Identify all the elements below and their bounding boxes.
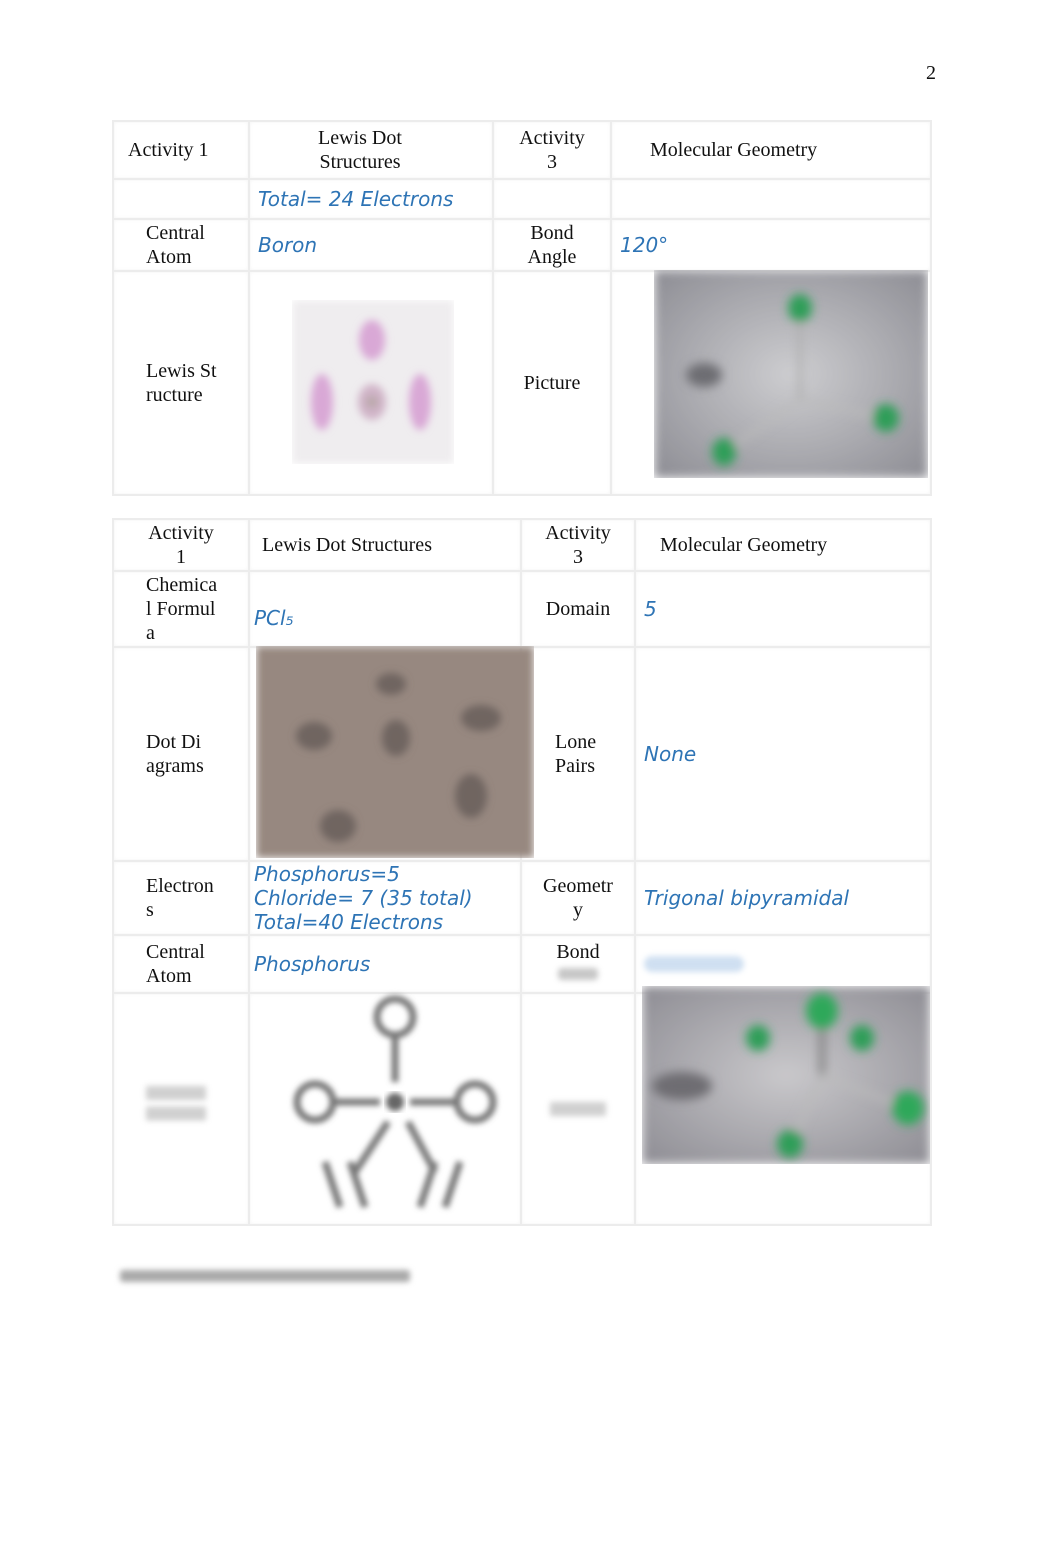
table-row: Electrons Phosphorus=5 Chloride= 7 (35 t…	[112, 860, 932, 936]
electrons-line-phosphorus: Phosphorus=5	[254, 862, 400, 886]
domain-value: 5	[634, 570, 932, 648]
lone-pairs-value: None	[634, 646, 932, 862]
central-atom-label-text: Central Atom	[146, 941, 205, 987]
header-activity3: Activity 3	[520, 518, 636, 572]
electrons-line-total: Total=40 Electrons	[254, 910, 444, 934]
redacted-text	[550, 1102, 606, 1116]
header-activity1-text: Activity 1	[148, 522, 214, 568]
central-atom-label: Central Atom	[112, 218, 250, 272]
chemical-formula-label: Chemical Formula	[112, 570, 250, 648]
bond-angle-value-redacted	[634, 934, 932, 994]
bond-angle-label-text: Bond Angle	[527, 222, 577, 268]
bf3-model-photo	[654, 270, 928, 478]
geometry-label-text: Geometry	[543, 875, 613, 921]
header-activity3-text: Activity 3	[519, 127, 585, 173]
header-activity3: Activity 3	[492, 120, 612, 180]
chemical-formula-value: PCl₅	[248, 570, 522, 648]
electrons-values: Phosphorus=5 Chloride= 7 (35 total) Tota…	[248, 860, 522, 936]
dot-diagrams-label: Dot Diagrams	[112, 646, 250, 862]
header-activity1: Activity 1	[112, 120, 250, 180]
electrons-label: Electrons	[112, 860, 250, 936]
lewis-structure-label-redacted	[112, 992, 250, 1226]
pcl5-model-photo	[642, 986, 930, 1164]
picture-label: Picture	[492, 270, 612, 496]
bond-angle-label-text: Bond	[556, 941, 600, 963]
header-geometry: Molecular Geometry	[634, 518, 932, 572]
dot-diagrams-photo	[256, 646, 534, 858]
lone-pairs-label-text: Lone Pairs	[555, 731, 597, 777]
central-atom-value: Boron	[248, 218, 494, 272]
header-lewis: Lewis Dot Structures	[248, 518, 522, 572]
bf3-lewis-structure-image	[292, 300, 454, 464]
chemical-formula-label-text: Chemical Formula	[146, 574, 218, 644]
bond-angle-label-redacted	[558, 968, 598, 980]
header-geometry: Molecular Geometry	[610, 120, 932, 180]
bond-angle-label: Bond	[520, 934, 636, 994]
bond-angle-value: 120°	[610, 218, 932, 272]
electrons-line-chloride: Chloride= 7 (35 total)	[254, 886, 473, 910]
lewis-structure-label: Lewis Structure	[112, 270, 250, 496]
table-row: Central Atom Phosphorus Bond	[112, 934, 932, 994]
header-activity3-text: Activity 3	[545, 522, 611, 568]
electrons-label-text: Electrons	[146, 875, 214, 921]
redacted-text	[644, 956, 744, 972]
domain-label: Domain	[520, 570, 636, 648]
header-activity1: Activity 1	[112, 518, 250, 572]
picture-label-redacted	[520, 992, 636, 1226]
table-row: Central Atom Boron Bond Angle 120°	[112, 218, 932, 272]
geometry-label: Geometry	[520, 860, 636, 936]
total-electrons-value: Total= 24 Electrons	[248, 178, 494, 220]
table-row: Total= 24 Electrons	[112, 178, 932, 220]
redacted-text	[120, 1270, 410, 1282]
table-row: Chemical Formula PCl₅ Domain 5	[112, 570, 932, 648]
bond-angle-label: Bond Angle	[492, 218, 612, 272]
central-atom-label: Central Atom	[112, 934, 250, 994]
geometry-value: Trigonal bipyramidal	[634, 860, 932, 936]
header-lewis: Lewis Dot Structures	[248, 120, 494, 180]
redacted-text	[146, 1086, 206, 1132]
page-number: 2	[926, 62, 936, 84]
dot-diagrams-label-text: Dot Diagrams	[146, 731, 204, 777]
lewis-structure-label-text: Lewis Structure	[146, 360, 217, 406]
pcl5-lewis-structure-image	[293, 995, 497, 1209]
table-header-row: Activity 1 Lewis Dot Structures Activity…	[112, 518, 932, 572]
lone-pairs-label: Lone Pairs	[520, 646, 636, 862]
table-header-row: Activity 1 Lewis Dot Structures Activity…	[112, 120, 932, 180]
footer-redacted	[120, 1270, 410, 1282]
central-atom-label-text: Central Atom	[146, 222, 205, 268]
header-lewis-text: Lewis Dot Structures	[318, 127, 402, 173]
